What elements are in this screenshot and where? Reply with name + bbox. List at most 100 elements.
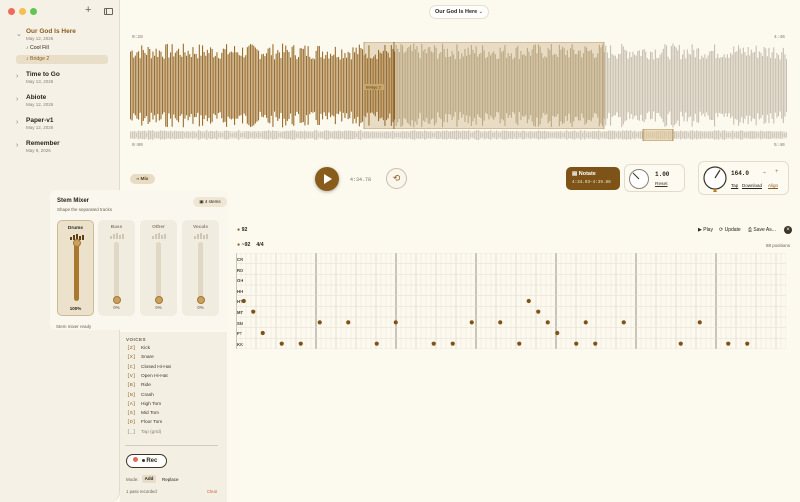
mix-button[interactable]: ▪▪ Mix bbox=[130, 174, 155, 184]
voice-item[interactable]: [Z] Kick bbox=[127, 346, 150, 351]
notation-play-button[interactable]: ▶ Play bbox=[698, 227, 713, 233]
close-window-button[interactable] bbox=[8, 8, 15, 15]
voice-item[interactable]: [S] Mid Tom bbox=[127, 411, 159, 416]
note-kk[interactable] bbox=[678, 341, 683, 346]
notation-bpm-value: 92 bbox=[241, 227, 248, 233]
note-kk[interactable] bbox=[517, 341, 522, 346]
close-notation-icon[interactable]: × bbox=[784, 226, 792, 234]
chevron-right-icon[interactable]: › bbox=[16, 119, 18, 126]
play-button[interactable] bbox=[315, 167, 339, 191]
note-kk[interactable] bbox=[745, 341, 750, 346]
minimap[interactable] bbox=[130, 129, 787, 141]
tempo-knob[interactable] bbox=[702, 165, 728, 193]
note-ht[interactable] bbox=[241, 298, 246, 304]
voice-name: High Tom bbox=[141, 401, 162, 407]
section-item-bridge-2[interactable]: ♪ Bridge 2 bbox=[16, 55, 108, 64]
song-item-remember[interactable]: Remember May 9, 2026 bbox=[26, 140, 60, 153]
note-sn[interactable] bbox=[545, 320, 550, 325]
chevron-right-icon[interactable]: › bbox=[16, 96, 18, 103]
note-ft[interactable] bbox=[260, 330, 265, 336]
waveform-bars bbox=[130, 43, 787, 128]
note-kk[interactable] bbox=[279, 341, 284, 346]
toggle-sidebar-icon[interactable] bbox=[104, 8, 113, 15]
song-item-our-god-is-here[interactable]: Our God Is Here May 12, 2026 bbox=[26, 28, 76, 41]
note-mt[interactable] bbox=[251, 309, 256, 314]
speed-reset-button[interactable]: Reset bbox=[655, 182, 668, 187]
minimap-end-time: 5:46 bbox=[774, 143, 785, 148]
note-sn[interactable] bbox=[469, 320, 474, 325]
voice-item[interactable]: [V] Open Hi-Hat bbox=[127, 374, 168, 379]
note-sn[interactable] bbox=[393, 320, 398, 325]
stem-level: 100% bbox=[69, 306, 82, 311]
voice-item[interactable]: [A] High Tom bbox=[127, 402, 161, 407]
stem-card-drums[interactable]: Drums 100% bbox=[57, 220, 94, 316]
zoom-window-button[interactable] bbox=[30, 8, 37, 15]
minimap-viewport[interactable] bbox=[642, 129, 674, 141]
stem-card-other[interactable]: Other 0% bbox=[140, 220, 177, 316]
chevron-down-icon[interactable]: ⌄ bbox=[16, 30, 22, 38]
download-button[interactable]: Download bbox=[742, 183, 762, 188]
voice-key: [B] bbox=[127, 383, 136, 389]
waveform[interactable]: Bridge 2 bbox=[130, 42, 787, 129]
fader-knob[interactable] bbox=[112, 296, 121, 304]
fader-knob[interactable] bbox=[72, 239, 81, 247]
add-icon[interactable]: + bbox=[775, 169, 779, 175]
minimize-window-button[interactable] bbox=[19, 8, 26, 15]
drum-grid[interactable] bbox=[236, 253, 786, 349]
loop-button[interactable]: ⟲ bbox=[386, 168, 407, 189]
save-as-button[interactable]: ⎙ Save As... bbox=[748, 227, 776, 233]
stem-fader[interactable] bbox=[112, 242, 121, 304]
add-song-icon[interactable]: + bbox=[85, 5, 91, 16]
stem-fader[interactable] bbox=[72, 239, 81, 301]
speed-knob[interactable] bbox=[628, 168, 650, 190]
note-kk[interactable] bbox=[450, 341, 455, 346]
song-item-paper-v1[interactable]: Paper-v1 May 12, 2026 bbox=[26, 117, 53, 130]
note-mt[interactable] bbox=[536, 309, 541, 314]
note-kk[interactable] bbox=[298, 341, 303, 346]
song-title-dropdown[interactable]: Our God Is Here ⌄ bbox=[429, 5, 489, 19]
speed-control: 1.00 Reset bbox=[624, 164, 685, 192]
stem-card-vocals[interactable]: Vocals 0% bbox=[182, 220, 219, 316]
update-button[interactable]: ⟳ Update bbox=[719, 227, 741, 233]
chevron-right-icon[interactable]: › bbox=[16, 73, 18, 80]
note-ft[interactable] bbox=[555, 330, 560, 336]
mode-replace-button[interactable]: Replace bbox=[162, 477, 179, 482]
align-button[interactable]: Align bbox=[768, 183, 778, 188]
fader-knob[interactable] bbox=[154, 296, 163, 304]
voice-item[interactable]: [_] Tap (grid) bbox=[127, 430, 161, 435]
fader-knob[interactable] bbox=[196, 296, 205, 304]
note-kk[interactable] bbox=[726, 341, 731, 346]
note-sn[interactable] bbox=[346, 320, 351, 325]
clear-button[interactable]: Clear bbox=[207, 489, 217, 494]
record-icon bbox=[133, 457, 138, 462]
chevron-right-icon[interactable]: › bbox=[16, 142, 18, 149]
note-kk[interactable] bbox=[431, 341, 436, 346]
note-kk[interactable] bbox=[374, 341, 379, 346]
voice-item[interactable]: [B] Ride bbox=[127, 383, 151, 388]
note-sn[interactable] bbox=[498, 320, 503, 325]
voice-item[interactable]: [X] Snare bbox=[127, 355, 154, 360]
notate-button[interactable]: ▤ Notate 4:34.03–4:39.88 bbox=[566, 167, 620, 190]
note-sn[interactable] bbox=[583, 320, 588, 325]
note-sn[interactable] bbox=[697, 320, 702, 325]
section-item-cool-fill[interactable]: ♪ Cool Fill bbox=[18, 44, 110, 53]
tap-button[interactable]: Tap bbox=[731, 183, 738, 188]
stem-fader[interactable] bbox=[196, 242, 205, 304]
voice-key: [D] bbox=[127, 420, 136, 426]
note-sn[interactable] bbox=[317, 320, 322, 325]
note-sn[interactable] bbox=[621, 320, 626, 325]
voice-item[interactable]: [C] Closed Hi-Hat bbox=[127, 365, 171, 370]
voice-name: Open Hi-Hat bbox=[141, 373, 168, 379]
note-kk[interactable] bbox=[574, 341, 579, 346]
mode-add-button[interactable]: Add bbox=[142, 475, 156, 483]
link-icon[interactable]: ⌁ bbox=[763, 170, 766, 176]
stem-card-bass[interactable]: Bass 0% bbox=[98, 220, 135, 316]
stem-fader[interactable] bbox=[154, 242, 163, 304]
record-button[interactable]: Rec bbox=[126, 454, 167, 468]
note-ht[interactable] bbox=[526, 298, 531, 304]
note-kk[interactable] bbox=[593, 341, 598, 346]
voice-item[interactable]: [D] Floor Tom bbox=[127, 420, 162, 425]
song-item-time-to-go[interactable]: Time to Go May 13, 2026 bbox=[26, 71, 60, 84]
song-item-abiote[interactable]: Abiote May 12, 2026 bbox=[26, 94, 53, 107]
voice-item[interactable]: [N] Crash bbox=[127, 393, 154, 398]
